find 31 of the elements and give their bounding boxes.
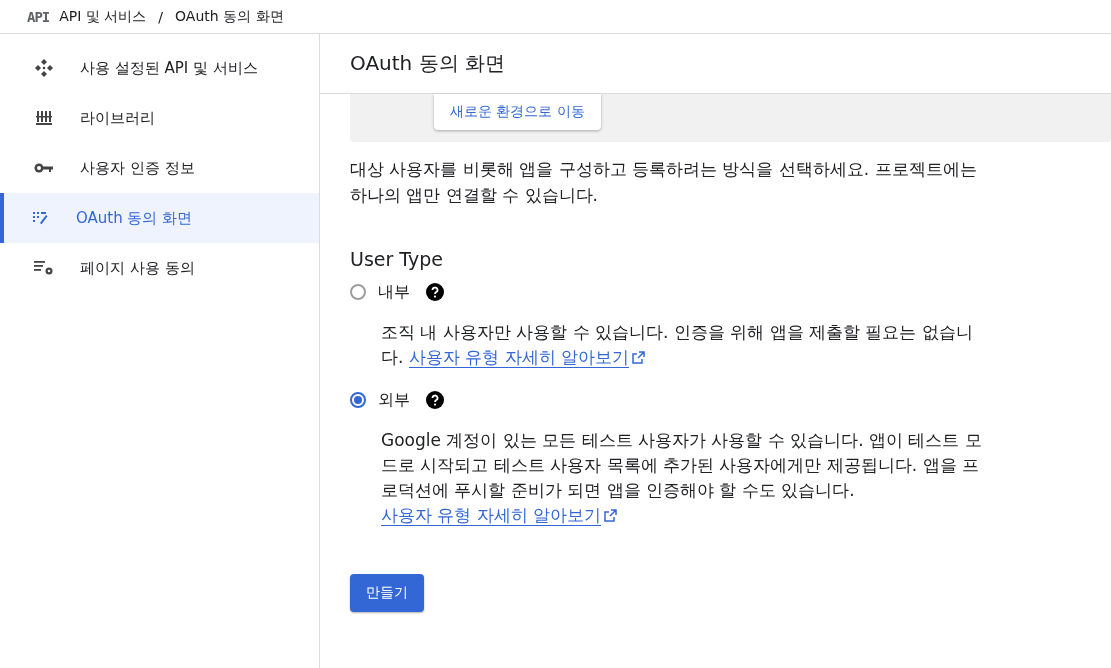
library-icon [35, 109, 53, 127]
breadcrumb-current: OAuth 동의 화면 [175, 7, 284, 26]
sidebar-item[interactable]: 사용 설정된 API 및 서비스 [0, 43, 319, 93]
create-button[interactable]: 만들기 [350, 574, 424, 612]
section-heading: User Type [350, 248, 444, 270]
sidebar-item[interactable]: OAuth 동의 화면 [0, 193, 319, 243]
external-link-icon [632, 351, 646, 364]
new-experience-button[interactable]: 새로운 환경으로 이동 [434, 94, 601, 130]
dotted-pen-icon [32, 211, 48, 225]
diamond-dots-icon [34, 58, 54, 78]
learn-more-link[interactable]: 사용자 유형 자세히 알아보기 [408, 347, 630, 368]
breadcrumb-link[interactable]: API 및 서비스 [59, 7, 147, 26]
radio-button[interactable] [350, 284, 366, 300]
sidebar-item[interactable]: 페이지 사용 동의 [0, 243, 319, 293]
breadcrumb-separator: / [158, 8, 164, 25]
sidebar-item[interactable]: 사용자 인증 정보 [0, 143, 319, 193]
option-description: Google 계정이 있는 모든 테스트 사용자가 사용할 수 있습니다. 앱이 테스트 모드로 시작되고 테스트 사용자 목록에 추가된 사용자에게만 제공됩니다. 앱을 프로덕션에 푸시할 준비가 되면 앱을 인증해야 할 수도 있습니다. 사용자 유형 자세히 알아보기 [381, 429, 983, 528]
list-gear-icon [34, 260, 54, 276]
radio-button[interactable] [350, 392, 366, 408]
api-logo: API [27, 8, 50, 25]
help-icon[interactable] [426, 283, 444, 301]
option-description: 조직 내 사용자만 사용할 수 있습니다. 인증을 위해 앱을 제출할 필요는 없습니다. 사용자 유형 자세히 알아보기 [381, 321, 974, 370]
option-label: 외부 [378, 389, 410, 411]
page-title: OAuth 동의 화면 [350, 50, 505, 77]
key-icon [34, 162, 54, 174]
external-link-icon [604, 509, 618, 522]
intro-text: 대상 사용자를 비롯해 앱을 구성하고 등록하려는 방식을 선택하세요. 프로젝트에는 하나의 앱만 연결할 수 있습니다. [350, 158, 978, 207]
learn-more-link[interactable]: 사용자 유형 자세히 알아보기 [381, 505, 602, 526]
option-label: 내부 [378, 281, 410, 303]
sidebar-item[interactable]: 라이브러리 [0, 93, 319, 143]
help-icon[interactable] [426, 391, 444, 409]
